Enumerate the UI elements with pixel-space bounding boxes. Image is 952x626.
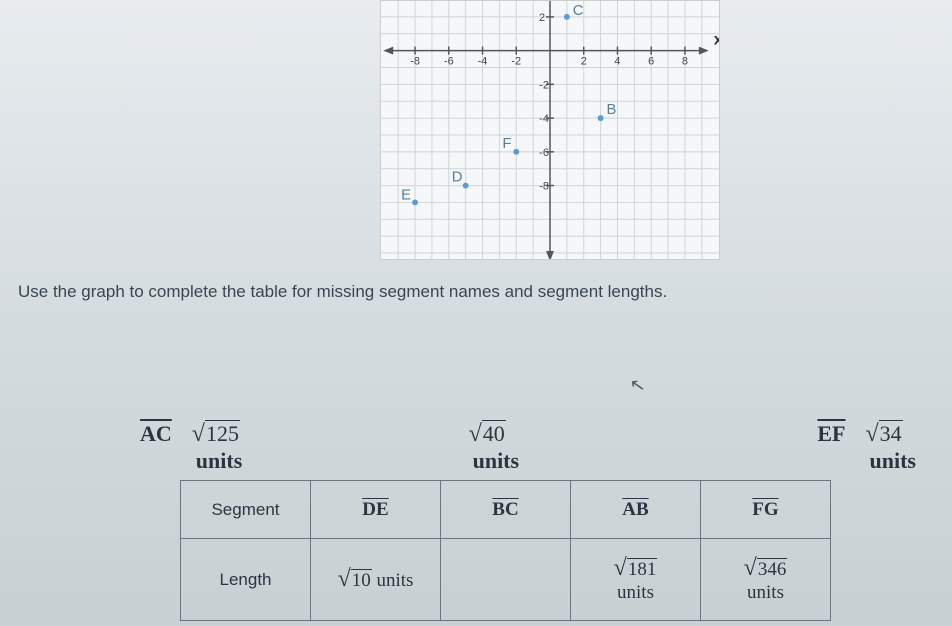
point-b-label: B — [607, 102, 617, 118]
choice-ac[interactable]: AC √125 units — [140, 420, 289, 474]
point-b — [598, 115, 604, 121]
cell-fg-len[interactable]: √346 units — [701, 539, 831, 621]
x-ticks: -8 -6 -4 -2 2 4 6 8 — [410, 47, 688, 68]
point-c-label: C — [573, 3, 584, 19]
cursor-icon: ↖ — [628, 374, 647, 397]
choice-40-units: units — [473, 448, 519, 473]
svg-text:-2: -2 — [539, 79, 549, 91]
choice-ef-units: units — [869, 448, 915, 473]
graph-svg: -8 -6 -4 -2 2 4 6 8 2 -2 -4 -6 -8 x C B … — [381, 1, 719, 259]
choice-ef-value: 34 — [879, 420, 903, 447]
svg-text:-8: -8 — [539, 181, 549, 193]
svg-text:-6: -6 — [444, 56, 454, 68]
coordinate-graph: -8 -6 -4 -2 2 4 6 8 2 -2 -4 -6 -8 x C B … — [380, 0, 720, 260]
svg-text:6: 6 — [648, 56, 654, 68]
svg-text:2: 2 — [581, 56, 587, 68]
point-f-label: F — [502, 136, 511, 152]
svg-text:-4: -4 — [539, 113, 549, 125]
cell-bc-seg[interactable]: BC — [441, 481, 571, 539]
point-f — [513, 149, 519, 155]
y-ticks: 2 -2 -4 -6 -8 — [539, 12, 554, 193]
svg-text:-6: -6 — [539, 147, 549, 159]
segment-table: Segment DE BC AB FG Length √10 units √18… — [180, 480, 831, 621]
svg-text:-8: -8 — [410, 56, 420, 68]
table-row: Segment DE BC AB FG — [181, 481, 831, 539]
svg-text:8: 8 — [682, 56, 688, 68]
choice-40-value: 40 — [482, 420, 506, 447]
choice-ef[interactable]: EF √34 units — [817, 420, 952, 474]
table-row: Length √10 units √181 units √346 units — [181, 539, 831, 621]
row-header-segment: Segment — [181, 481, 311, 539]
choice-ac-segment: AC — [140, 421, 172, 447]
cell-de-len[interactable]: √10 units — [311, 539, 441, 621]
point-d — [463, 183, 469, 189]
cell-de-seg[interactable]: DE — [311, 481, 441, 539]
point-c — [564, 14, 570, 20]
svg-text:2: 2 — [539, 12, 545, 24]
x-axis-arrow — [699, 47, 709, 55]
point-e — [412, 199, 418, 205]
cell-fg-seg[interactable]: FG — [701, 481, 831, 539]
x-axis-arrow-left — [383, 47, 393, 55]
cell-ab-seg[interactable]: AB — [571, 481, 701, 539]
point-d-label: D — [452, 170, 463, 186]
y-axis-arrow — [546, 251, 554, 259]
svg-text:-2: -2 — [511, 56, 521, 68]
answer-choices-row: AC √125 units √40 units EF √34 units — [0, 420, 952, 474]
svg-text:4: 4 — [614, 56, 620, 68]
choice-ac-units: units — [196, 448, 242, 473]
cell-bc-len[interactable] — [441, 539, 571, 621]
choice-ac-value: 125 — [205, 420, 240, 447]
point-e-label: E — [401, 187, 411, 203]
svg-text:-4: -4 — [478, 56, 488, 68]
row-header-length: Length — [181, 539, 311, 621]
choice-ef-segment: EF — [817, 421, 845, 447]
instruction-text: Use the graph to complete the table for … — [18, 282, 667, 302]
choice-40[interactable]: √40 units — [469, 420, 558, 474]
x-axis-label: x — [714, 32, 719, 49]
cell-ab-len[interactable]: √181 units — [571, 539, 701, 621]
